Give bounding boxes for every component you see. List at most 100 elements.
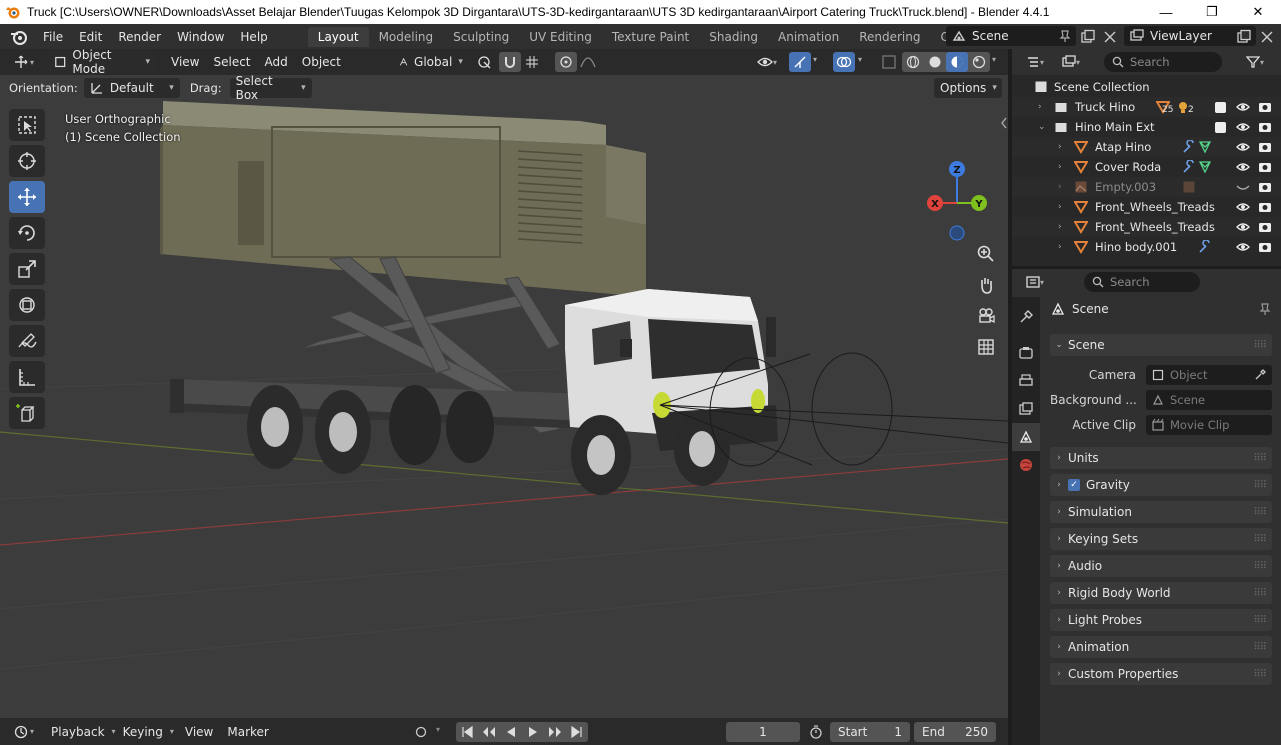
timeline-menu-marker[interactable]: Marker <box>220 725 275 739</box>
visibility-selectability-button[interactable]: ▾ <box>752 52 782 72</box>
auto-keying-toggle[interactable] <box>410 722 432 742</box>
panel-custom-properties-header[interactable]: › Custom Properties ⠿⠿ <box>1050 663 1272 685</box>
overlay-toggle[interactable] <box>833 52 855 72</box>
menu-object[interactable]: Object <box>295 55 348 69</box>
navigation-gizmo[interactable]: Z X Y <box>926 159 996 244</box>
menu-help[interactable]: Help <box>232 30 275 44</box>
expand-arrow-icon[interactable]: › <box>1058 242 1062 252</box>
close-button[interactable]: ✕ <box>1235 0 1281 24</box>
camera-view-button[interactable] <box>974 304 998 328</box>
outliner-row-front-wheels-treads[interactable]: › Front_Wheels_Treads <box>1012 197 1281 217</box>
shading-dropdown-caret[interactable]: ▾ <box>992 55 996 64</box>
jump-end-button[interactable] <box>566 722 588 742</box>
shading-material-button[interactable] <box>946 52 968 72</box>
snap-toggle[interactable] <box>498 52 521 72</box>
new-view-layer-icon[interactable] <box>1236 29 1252 45</box>
panel-drag-grip-icon[interactable]: ⠿⠿ <box>1253 507 1267 518</box>
render-camera-icon[interactable] <box>1258 181 1272 193</box>
expand-arrow-icon[interactable]: › <box>1058 142 1062 152</box>
panel-audio-header[interactable]: › Audio ⠿⠿ <box>1050 555 1272 577</box>
timeline-menu-view[interactable]: View <box>178 725 220 739</box>
eye-icon[interactable] <box>1236 121 1250 133</box>
panel-keying-sets-header[interactable]: › Keying Sets ⠿⠿ <box>1050 528 1272 550</box>
keying-dropdown-caret[interactable]: ▾ <box>436 725 440 734</box>
tab-scene[interactable] <box>1012 423 1040 451</box>
blender-menu-icon[interactable] <box>9 27 29 47</box>
panel-rigid-body-world-header[interactable]: › Rigid Body World ⠿⠿ <box>1050 582 1272 604</box>
display-mode-button[interactable]: ▾ <box>1056 52 1086 72</box>
tab-modeling[interactable]: Modeling <box>369 27 444 47</box>
tab-output[interactable] <box>1012 367 1040 395</box>
render-camera-icon[interactable] <box>1258 121 1272 133</box>
shading-solid-button[interactable] <box>924 52 946 72</box>
zoom-button[interactable] <box>974 242 998 266</box>
tab-tool[interactable] <box>1012 303 1040 331</box>
pivot-point-button[interactable] <box>473 52 495 72</box>
tab-view-layer[interactable] <box>1012 395 1040 423</box>
panel-drag-grip-icon[interactable]: ⠿⠿ <box>1253 588 1267 599</box>
tool-select-box[interactable] <box>9 109 45 141</box>
editor-type-button[interactable]: ▾ <box>8 52 40 72</box>
eyedropper-icon[interactable] <box>1254 369 1266 381</box>
render-camera-icon[interactable] <box>1258 241 1272 253</box>
proportional-edit-toggle[interactable] <box>554 52 577 72</box>
eye-icon[interactable] <box>1236 201 1250 213</box>
menu-file[interactable]: File <box>35 30 71 44</box>
outliner-root-scene-collection[interactable]: Scene Collection <box>1012 77 1281 97</box>
tool-measure[interactable] <box>9 361 45 393</box>
mode-dropdown[interactable]: Object Mode ▾ <box>48 49 156 76</box>
delete-scene-icon[interactable] <box>1102 29 1118 45</box>
tool-add-cube[interactable] <box>9 397 45 429</box>
panel-drag-grip-icon[interactable]: ⠿⠿ <box>1253 340 1267 351</box>
tab-world[interactable] <box>1012 451 1040 479</box>
timeline-editor-type-button[interactable]: ▾ <box>8 722 40 742</box>
outliner-search-input[interactable]: Search <box>1104 52 1222 72</box>
properties-editor-type-button[interactable]: ▾ <box>1020 272 1050 292</box>
menu-window[interactable]: Window <box>169 30 232 44</box>
panel-simulation-header[interactable]: › Simulation ⠿⠿ <box>1050 501 1272 523</box>
panel-light-probes-header[interactable]: › Light Probes ⠿⠿ <box>1050 609 1272 631</box>
expand-arrow-icon[interactable]: › <box>1058 162 1062 172</box>
gizmo-dropdown-caret[interactable]: ▾ <box>813 55 817 64</box>
new-scene-icon[interactable] <box>1080 29 1096 45</box>
ortho-toggle-button[interactable] <box>974 335 998 359</box>
collapse-arrow-icon[interactable]: ⌄ <box>1038 122 1046 132</box>
outliner-row-hino-body-001[interactable]: › Hino body.001 <box>1012 237 1281 257</box>
tab-shading[interactable]: Shading <box>699 27 768 47</box>
tool-annotate[interactable] <box>9 325 45 357</box>
eye-closed-icon[interactable] <box>1236 181 1250 193</box>
eye-icon[interactable] <box>1236 161 1250 173</box>
panel-scene-header[interactable]: ⌄ Scene ⠿⠿ <box>1050 334 1272 356</box>
jump-keyframe-back-button[interactable] <box>478 722 500 742</box>
menu-view[interactable]: View <box>164 55 206 69</box>
panel-drag-grip-icon[interactable]: ⠿⠿ <box>1253 534 1267 545</box>
xray-toggle[interactable] <box>878 52 900 72</box>
menu-edit[interactable]: Edit <box>71 30 110 44</box>
current-frame-field[interactable]: 1 <box>726 722 800 742</box>
eye-icon[interactable] <box>1236 241 1250 253</box>
tool-transform[interactable] <box>9 289 45 321</box>
proportional-falloff-button[interactable] <box>577 52 599 72</box>
panel-units-header[interactable]: › Units ⠿⠿ <box>1050 447 1272 469</box>
eye-icon[interactable] <box>1236 141 1250 153</box>
render-camera-icon[interactable] <box>1258 161 1272 173</box>
tab-texture-paint[interactable]: Texture Paint <box>602 27 699 47</box>
tool-rotate[interactable] <box>9 217 45 249</box>
camera-field[interactable]: Object <box>1146 365 1272 385</box>
eye-icon[interactable] <box>1236 221 1250 233</box>
menu-render[interactable]: Render <box>110 30 169 44</box>
jump-keyframe-forward-button[interactable] <box>544 722 566 742</box>
tab-uv-editing[interactable]: UV Editing <box>519 27 602 47</box>
transform-orientation-dropdown[interactable]: Global ▾ <box>393 52 469 72</box>
outliner-row-front-wheels-treads-2[interactable]: › Front_Wheels_Treads <box>1012 217 1281 237</box>
3d-viewport[interactable]: ▾ Object Mode ▾ View Select Add Object Gl… <box>0 49 1008 718</box>
eye-icon[interactable] <box>1236 101 1250 113</box>
panel-gravity-header[interactable]: › ✓ Gravity ⠿⠿ <box>1050 474 1272 496</box>
render-camera-icon[interactable] <box>1258 201 1272 213</box>
jump-start-button[interactable] <box>456 722 478 742</box>
panel-drag-grip-icon[interactable]: ⠿⠿ <box>1253 453 1267 464</box>
outliner-filter-button[interactable]: ▾ <box>1240 52 1270 72</box>
minimize-button[interactable]: — <box>1143 0 1189 24</box>
render-camera-icon[interactable] <box>1258 221 1272 233</box>
expand-arrow-icon[interactable]: › <box>1038 102 1042 112</box>
